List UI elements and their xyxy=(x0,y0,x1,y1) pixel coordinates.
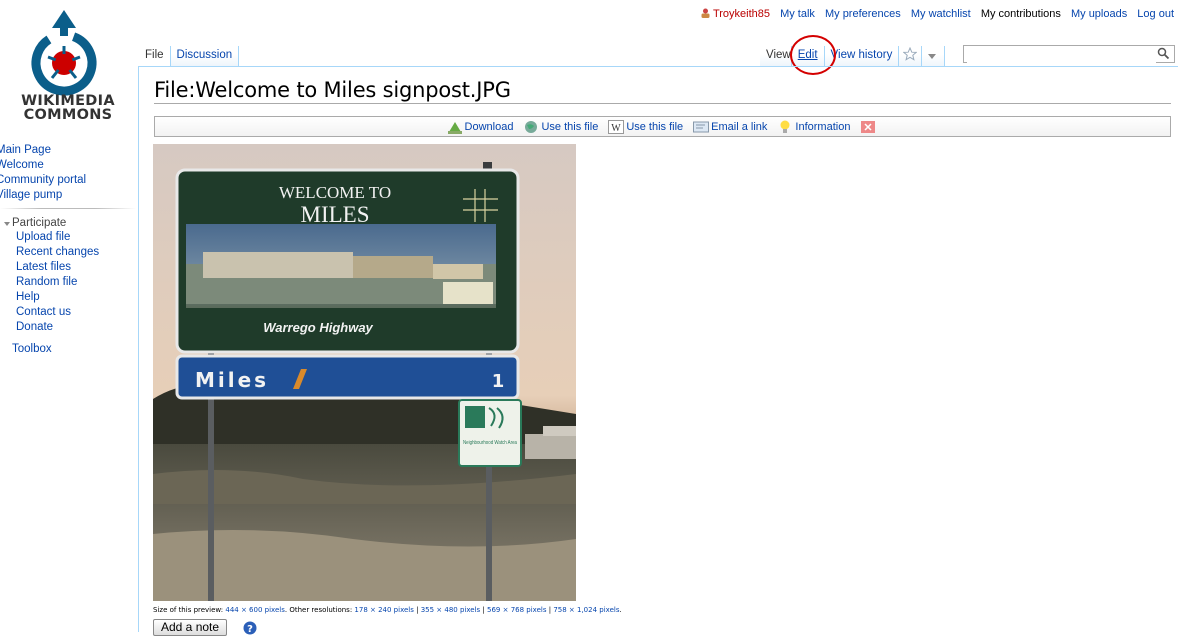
view-tabs: View Edit View history xyxy=(760,46,946,67)
information-label: Information xyxy=(795,120,851,133)
sign-miles-text: MILES xyxy=(301,202,370,227)
my-talk-link[interactable]: My talk xyxy=(780,8,815,20)
tab-bar-line xyxy=(139,66,1178,67)
my-contributions-link[interactable]: My contributions xyxy=(981,8,1061,20)
user-link[interactable]: Troykeith85 xyxy=(713,8,770,20)
add-note-button[interactable]: Add a note xyxy=(153,619,228,636)
search-input[interactable] xyxy=(967,48,1156,64)
logo-text: WIKIMEDIA COMMONS xyxy=(8,93,128,123)
close-toolbar-button[interactable] xyxy=(860,120,878,134)
sidebar-item-welcome[interactable]: Welcome xyxy=(0,158,138,173)
log-out-link[interactable]: Log out xyxy=(1137,8,1174,20)
close-icon xyxy=(861,120,876,133)
search-box xyxy=(963,45,1175,64)
participate-heading[interactable]: Participate xyxy=(0,217,138,229)
use-file-commons-button[interactable]: Use this file xyxy=(523,120,598,134)
watch-star-icon[interactable] xyxy=(899,46,923,66)
annotation-circle xyxy=(790,35,836,75)
sign-distance-text: 1 xyxy=(492,371,505,392)
email-link-button[interactable]: Email a link xyxy=(693,120,767,134)
sidebar: Main Page Welcome Community portal Villa… xyxy=(0,143,138,355)
use-file-wiki-button[interactable]: W Use this file xyxy=(608,119,684,134)
sign-welcome-text: WELCOME TO xyxy=(279,183,391,202)
resolution-link-1[interactable]: 178 × 240 pixels xyxy=(354,606,413,614)
sign-town-text: Miles xyxy=(195,368,269,392)
sign-neighbourhood-text: Neighbourhood Watch Area xyxy=(463,440,517,446)
svg-text:?: ? xyxy=(247,624,253,635)
svg-text:W: W xyxy=(612,123,622,134)
sidebar-item-upload-file[interactable]: Upload file xyxy=(0,230,138,245)
resolution-link-4[interactable]: 758 × 1,024 pixels xyxy=(553,606,619,614)
resolution-link-2[interactable]: 355 × 480 pixels xyxy=(421,606,480,614)
caption-other-label: Other resolutions: xyxy=(289,606,353,614)
caption-prefix: Size of this preview: xyxy=(153,606,224,614)
title-underline xyxy=(154,103,1171,104)
email-icon xyxy=(693,121,710,132)
more-actions-dropdown[interactable] xyxy=(922,46,946,67)
sidebar-item-donate[interactable]: Donate xyxy=(0,320,138,335)
download-icon xyxy=(447,121,462,134)
page-title: File:Welcome to Miles signpost.JPG xyxy=(154,78,511,102)
sidebar-item-village-pump[interactable]: Village pump xyxy=(0,188,138,203)
information-button[interactable]: Information xyxy=(777,120,850,134)
download-label: Download xyxy=(464,120,514,133)
help-icon[interactable]: ? xyxy=(243,621,257,635)
use-file-commons-label: Use this file xyxy=(541,120,599,133)
collapse-arrow-icon xyxy=(4,222,10,226)
tab-file[interactable]: File xyxy=(139,46,171,66)
sidebar-divider xyxy=(0,208,136,209)
sidebar-item-contact-us[interactable]: Contact us xyxy=(0,305,138,320)
sign-highway-text: Warrego Highway xyxy=(263,320,373,335)
resolution-link-3[interactable]: 569 × 768 pixels xyxy=(487,606,546,614)
file-preview-image[interactable]: WELCOME TO MILES Warrego Highway Miles 1… xyxy=(153,144,576,601)
namespace-tabs: File Discussion xyxy=(139,46,240,66)
download-button[interactable]: Download xyxy=(447,120,514,134)
my-uploads-link[interactable]: My uploads xyxy=(1071,8,1127,20)
chevron-down-icon xyxy=(928,54,937,59)
my-preferences-link[interactable]: My preferences xyxy=(825,8,901,20)
file-toolbar: Download Use this file W Use this file E… xyxy=(154,116,1171,137)
email-link-label: Email a link xyxy=(711,120,768,133)
use-file-wiki-label: Use this file xyxy=(626,120,684,133)
globe-icon xyxy=(525,120,538,133)
participate-heading-label: Participate xyxy=(12,217,67,229)
sidebar-toolbox[interactable]: Toolbox xyxy=(0,343,138,355)
user-icon xyxy=(701,8,710,18)
logo-line-commons: COMMONS xyxy=(23,107,113,123)
sidebar-item-random-file[interactable]: Random file xyxy=(0,275,138,290)
search-icon[interactable] xyxy=(1157,47,1170,60)
personal-toolbar: Troykeith85 My talk My preferences My wa… xyxy=(701,8,1174,20)
tab-discussion[interactable]: Discussion xyxy=(170,46,240,66)
sidebar-item-recent-changes[interactable]: Recent changes xyxy=(0,245,138,260)
content-left-border xyxy=(138,66,139,632)
sidebar-item-latest-files[interactable]: Latest files xyxy=(0,260,138,275)
caption-preview-size[interactable]: 444 × 600 pixels xyxy=(225,606,284,614)
logo-line-wikimedia: WIKIMEDIA xyxy=(21,93,115,109)
tab-view[interactable]: View xyxy=(760,46,792,66)
lightbulb-icon xyxy=(780,120,790,133)
sidebar-item-community-portal[interactable]: Community portal xyxy=(0,173,138,188)
image-caption: Size of this preview: 444 × 600 pixels. … xyxy=(153,606,622,614)
sidebar-item-main-page[interactable]: Main Page xyxy=(0,143,138,158)
wikipedia-icon: W xyxy=(608,119,625,134)
my-watchlist-link[interactable]: My watchlist xyxy=(911,8,971,20)
sidebar-item-help[interactable]: Help xyxy=(0,290,138,305)
